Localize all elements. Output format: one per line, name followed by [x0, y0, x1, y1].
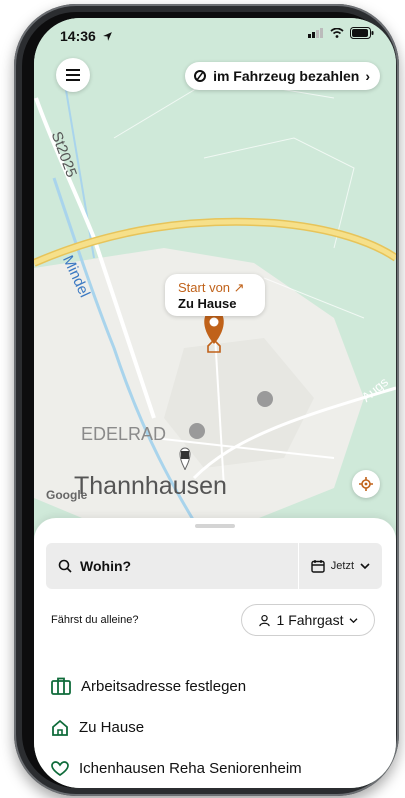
sheet-grab-handle[interactable] [195, 524, 235, 528]
status-bar: 14:36 [34, 18, 396, 54]
wifi-icon [330, 28, 344, 38]
battery-icon [350, 27, 374, 39]
locate-me-button[interactable] [352, 470, 380, 498]
shortcut-work[interactable]: Arbeitsadresse festlegen [51, 677, 246, 695]
chevron-down-icon [360, 563, 370, 570]
status-icons [308, 27, 374, 39]
home-icon [52, 719, 68, 736]
briefcase-icon [51, 677, 71, 695]
poi-label-edelrad: EDELRAD [81, 424, 167, 444]
menu-button[interactable] [56, 58, 90, 92]
alone-question: Fährst du alleine? [51, 614, 139, 626]
chevron-right-icon: › [365, 68, 370, 84]
person-icon [258, 614, 270, 626]
calendar-icon [311, 560, 325, 573]
callout-subtitle: Zu Hause [178, 296, 237, 311]
destination-placeholder: Wohin? [80, 558, 132, 574]
shortcut-home-label: Zu Hause [79, 719, 145, 736]
shortcut-favorite-label: Ichenhausen Reha Seniorenheim [79, 760, 302, 777]
app-screen: St2025 Mindel Augs EDELRAD Thannhausen G… [34, 18, 396, 788]
shortcut-work-label: Arbeitsadresse festlegen [81, 677, 247, 695]
search-icon [58, 559, 72, 573]
crosshair-icon [359, 477, 373, 491]
status-time: 14:36 [60, 28, 96, 44]
location-arrow-icon [102, 29, 113, 45]
hamburger-icon [66, 69, 80, 81]
bottom-sheet: Wohin? Jetzt Fährst du alleine? 1 Fahrga… [34, 518, 396, 788]
signal-icon [308, 28, 323, 38]
heart-icon [51, 760, 69, 776]
shortcut-favorite[interactable]: Ichenhausen Reha Seniorenheim [51, 760, 302, 777]
destination-search: Wohin? Jetzt [46, 543, 382, 589]
time-label: Jetzt [330, 560, 354, 572]
town-label-thannhausen: Thannhausen [74, 472, 227, 500]
pay-in-vehicle-button[interactable]: im Fahrzeug bezahlen › [185, 62, 380, 90]
google-logo: Google [46, 488, 88, 502]
passenger-count-button[interactable]: 1 Fahrgast [241, 604, 375, 636]
passenger-label: 1 Fahrgast [276, 612, 344, 628]
destination-input[interactable]: Wohin? [46, 543, 298, 589]
callout-title: Start von ↗ [178, 280, 245, 295]
start-location-callout[interactable]: Start von ↗ Zu Hause [165, 274, 265, 316]
pay-label: im Fahrzeug bezahlen [213, 68, 360, 84]
shortcut-home[interactable]: Zu Hause [51, 719, 144, 736]
chevron-down-icon [350, 617, 358, 623]
time-selector[interactable]: Jetzt [299, 543, 382, 589]
payment-ring-icon [194, 70, 207, 82]
